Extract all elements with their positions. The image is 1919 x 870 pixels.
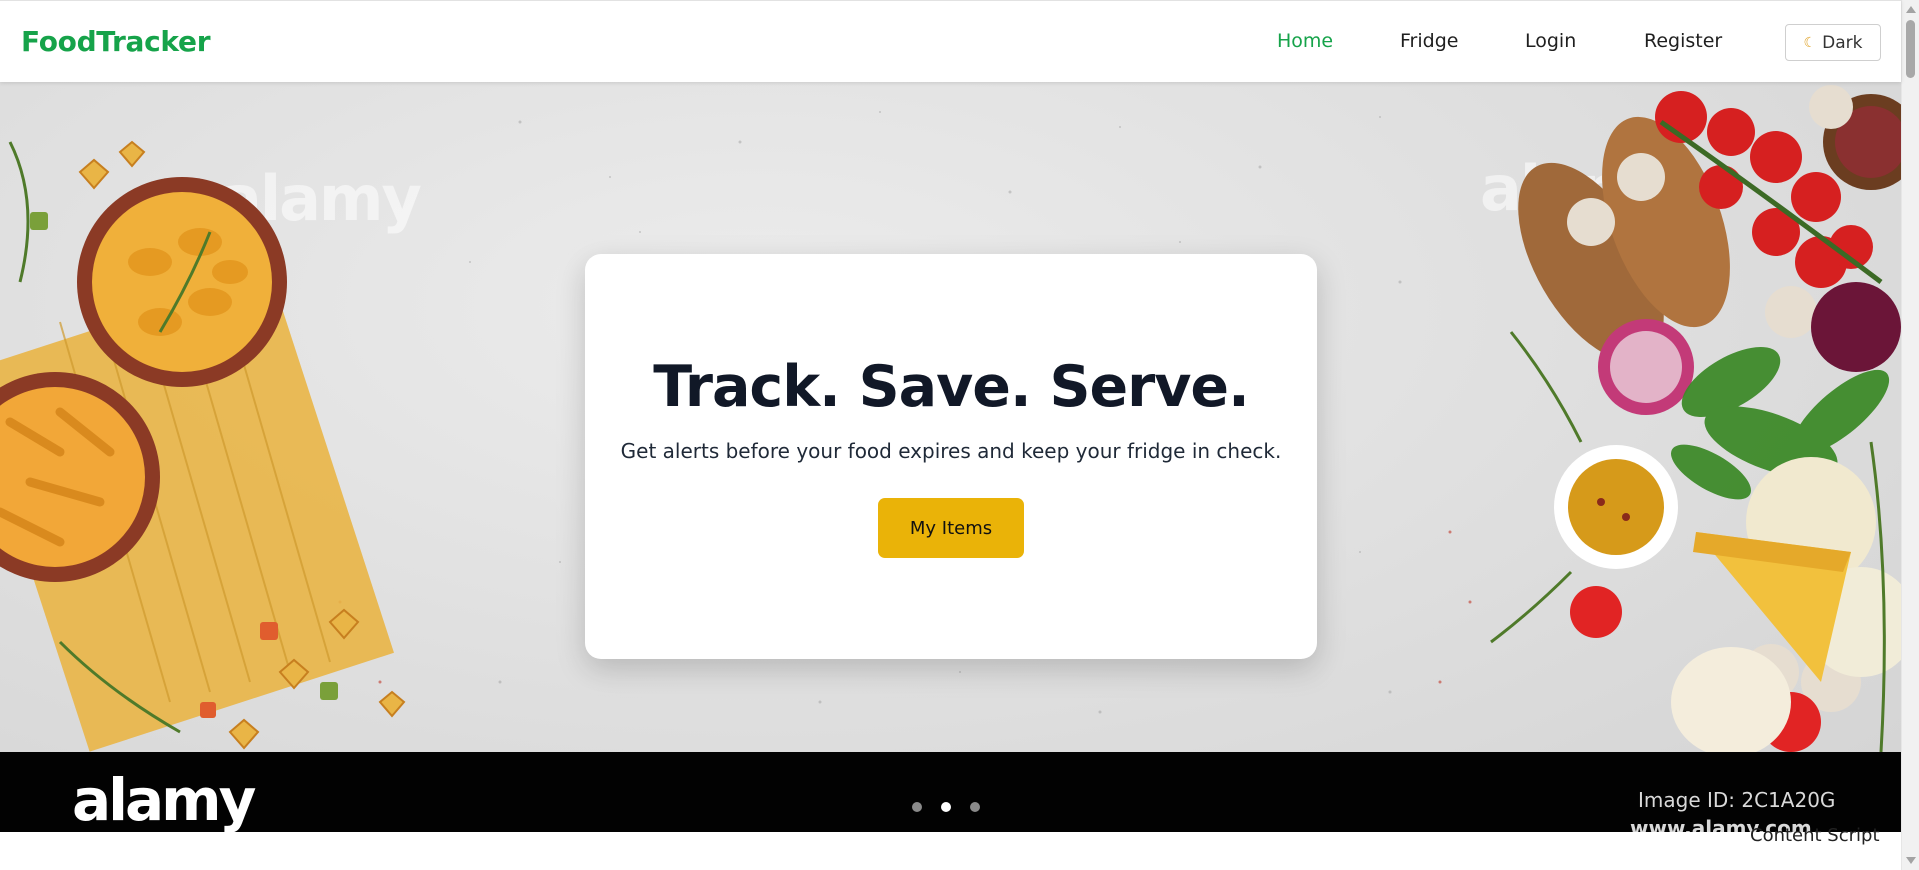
moon-icon: ☾ bbox=[1803, 34, 1817, 51]
hero-title: Track. Save. Serve. bbox=[653, 354, 1250, 420]
navbar: FoodTracker Home Fridge Login Register ☾… bbox=[0, 0, 1901, 82]
photo-caption-band: alamy Image ID: 2C1A20G www.alamy.com bbox=[0, 752, 1901, 832]
nav-link-fridge[interactable]: Fridge bbox=[1400, 30, 1458, 52]
dark-mode-toggle[interactable]: ☾ Dark bbox=[1785, 24, 1881, 61]
brand-logo[interactable]: FoodTracker bbox=[21, 25, 211, 58]
carousel-dot-3[interactable] bbox=[970, 802, 980, 812]
nav-link-home[interactable]: Home bbox=[1277, 30, 1333, 52]
pasta-decoration bbox=[0, 140, 406, 752]
carousel-dot-2[interactable] bbox=[941, 802, 951, 812]
vegetables-decoration bbox=[1490, 85, 1901, 752]
dark-mode-label: Dark bbox=[1822, 32, 1863, 53]
alamy-logo: alamy bbox=[72, 766, 256, 832]
my-items-button[interactable]: My Items bbox=[878, 498, 1024, 558]
hero-card: Track. Save. Serve. Get alerts before yo… bbox=[585, 254, 1317, 659]
hero-subtitle: Get alerts before your food expires and … bbox=[620, 439, 1282, 463]
scroll-down-arrow-icon[interactable] bbox=[1906, 857, 1916, 864]
scrollbar[interactable] bbox=[1901, 0, 1919, 870]
scrollbar-thumb[interactable] bbox=[1906, 20, 1915, 78]
image-id-label: Image ID: 2C1A20G bbox=[1638, 788, 1836, 812]
nav-link-login[interactable]: Login bbox=[1525, 30, 1576, 52]
nav-link-register[interactable]: Register bbox=[1644, 30, 1722, 52]
content-script-label: Content Script bbox=[1750, 825, 1880, 846]
carousel-dot-1[interactable] bbox=[912, 802, 922, 812]
carousel-indicators bbox=[912, 802, 980, 812]
scroll-up-arrow-icon[interactable] bbox=[1906, 6, 1916, 13]
page: FoodTracker Home Fridge Login Register ☾… bbox=[0, 0, 1919, 870]
